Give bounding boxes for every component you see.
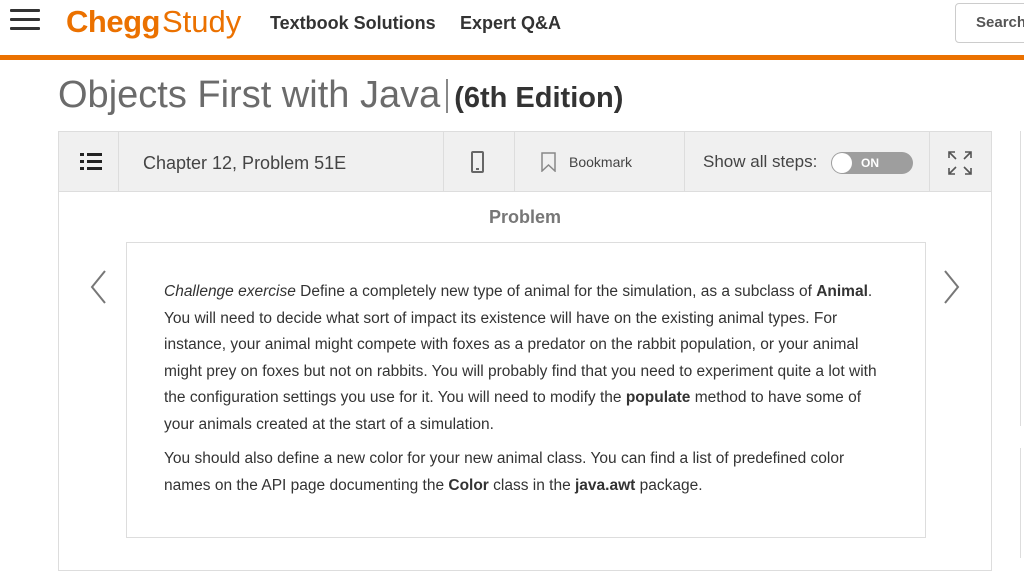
book-title-text: Objects First with Java <box>58 74 441 116</box>
book-title: Objects First with Java (6th Edition) <box>58 74 623 117</box>
problem-statement: Challenge exercise Define a completely n… <box>126 242 926 538</box>
problem-paragraph-2: You should also define a new color for y… <box>164 446 889 499</box>
bookmark-label: Bookmark <box>569 154 633 170</box>
title-divider <box>446 79 449 113</box>
problem-text: . You will need to decide what sort of i… <box>164 283 877 406</box>
toggle-knob <box>832 153 852 173</box>
show-all-steps-toggle[interactable]: ON <box>831 152 913 174</box>
expand-icon <box>948 151 972 175</box>
top-navigation-bar: CheggStudy Textbook Solutions Expert Q&A… <box>0 0 1024 60</box>
chevron-right-icon[interactable] <box>939 267 963 307</box>
problem-text: Define a completely new type of animal f… <box>295 283 817 300</box>
logo-chegg-text: Chegg <box>66 4 160 39</box>
toggle-state-label: ON <box>861 156 879 170</box>
side-panel-edge <box>1020 131 1024 426</box>
book-edition: (6th Edition) <box>454 82 624 114</box>
keyword-populate: populate <box>625 389 691 406</box>
solution-panel: Chapter 12, Problem 51E Bookmark Show al… <box>58 131 992 571</box>
chegg-study-logo[interactable]: CheggStudy <box>66 2 241 42</box>
chapter-problem-label[interactable]: Chapter 12, Problem 51E <box>143 153 346 174</box>
bookmark-icon <box>541 152 556 172</box>
challenge-lead: Challenge exercise <box>164 283 296 300</box>
problem-heading: Problem <box>488 207 562 227</box>
nav-textbook-solutions[interactable]: Textbook Solutions <box>270 13 436 34</box>
chevron-left-icon[interactable] <box>87 267 111 307</box>
search-input[interactable]: Search <box>955 3 1024 43</box>
list-icon <box>80 153 102 171</box>
keyword-color: Color <box>448 476 489 494</box>
problem-paragraph-1: Challenge exercise Define a completely n… <box>164 279 889 438</box>
side-panel-edge <box>1020 448 1024 558</box>
toc-button[interactable] <box>59 132 119 191</box>
keyword-java-awt: java.awt <box>575 476 636 494</box>
phone-icon <box>471 151 484 173</box>
problem-text: package. <box>635 476 703 494</box>
keyword-animal: Animal <box>816 283 868 300</box>
solution-toolbar: Chapter 12, Problem 51E Bookmark Show al… <box>59 132 991 192</box>
logo-study-text: Study <box>161 4 242 39</box>
show-all-steps-label: Show all steps: <box>703 152 818 171</box>
problem-text: class in the <box>488 476 575 494</box>
nav-expert-qa[interactable]: Expert Q&A <box>460 13 561 34</box>
menu-icon[interactable] <box>10 9 40 35</box>
